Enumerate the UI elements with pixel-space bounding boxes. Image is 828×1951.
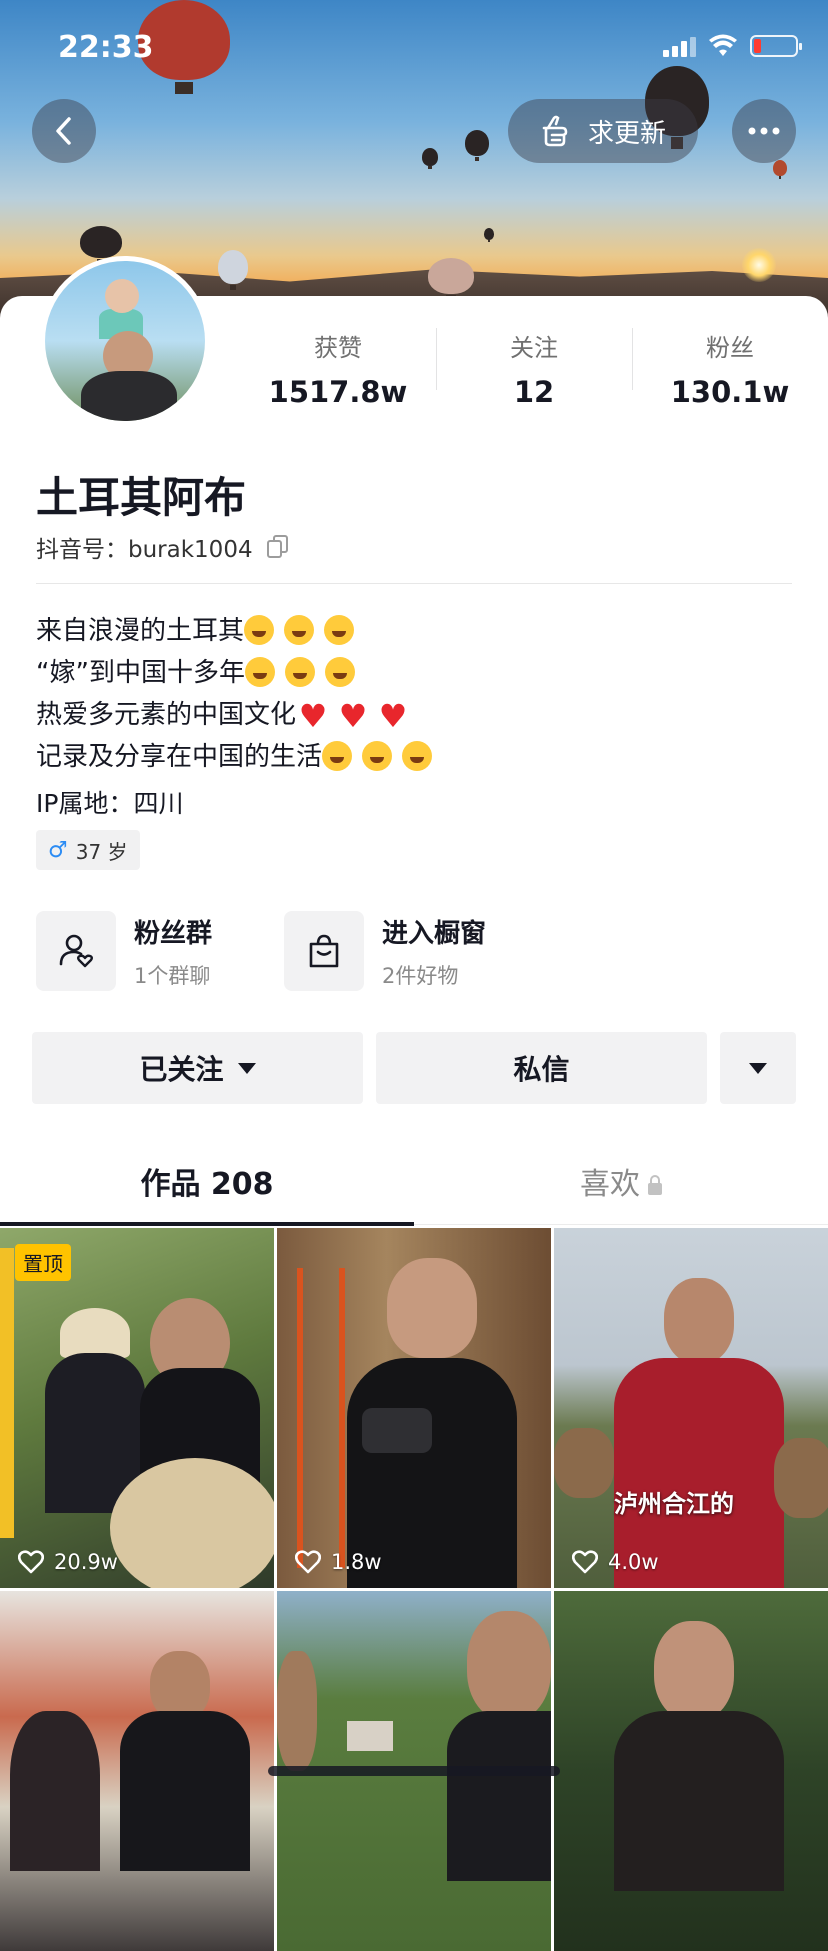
video-thumbnail[interactable] xyxy=(554,1591,828,1951)
shop-window-sub: 2件好物 xyxy=(382,963,459,988)
age-tag: ♂ 37 岁 xyxy=(36,830,140,870)
stat-followers[interactable]: 粉丝 130.1w xyxy=(632,328,828,409)
smiling-emoji-icon xyxy=(362,741,393,771)
tab-likes[interactable]: 喜欢 xyxy=(414,1150,828,1224)
grinning-emoji-icon xyxy=(324,657,355,687)
bio-line: “嫁”到中国十多年 xyxy=(36,652,442,694)
stat-following-label: 关注 xyxy=(510,334,558,362)
stat-following-value: 12 xyxy=(513,375,555,409)
shop-window-title: 进入橱窗 xyxy=(382,918,487,949)
tab-works-label: 作品 208 xyxy=(140,1167,274,1202)
red-heart-emoji-icon: ♥ xyxy=(298,697,328,735)
pinned-badge: 置顶 xyxy=(15,1244,71,1281)
douyin-id: 抖音号：burak1004 xyxy=(36,530,289,564)
avatar[interactable] xyxy=(40,256,210,426)
video-likes: 20.9w xyxy=(18,1550,118,1574)
heart-outline-icon xyxy=(18,1550,44,1574)
smiling-emoji-icon xyxy=(402,741,433,771)
more-button[interactable] xyxy=(732,99,796,163)
profile-bio: 来自浪漫的土耳其 “嫁”到中国十多年 热爱多元素的中国文化♥ ♥ ♥ 记录及分享在中… xyxy=(36,610,442,778)
video-caption: 泸州合江的 xyxy=(614,1490,734,1518)
profile-tabs: 作品 208 喜欢 xyxy=(0,1150,828,1226)
bio-line: 来自浪漫的土耳其 xyxy=(36,610,442,652)
heart-outline-icon xyxy=(572,1550,598,1574)
caret-down-icon xyxy=(749,1062,767,1074)
fan-group-title: 粉丝群 xyxy=(134,918,213,949)
smiling-emoji-icon xyxy=(322,741,353,771)
douyin-id-value: burak1004 xyxy=(128,537,253,563)
rolling-laughing-emoji-icon xyxy=(324,615,355,645)
video-likes: 4.0w xyxy=(572,1550,659,1574)
fan-group-icon xyxy=(36,911,116,991)
tab-works[interactable]: 作品 208 xyxy=(0,1150,414,1226)
video-thumbnail[interactable]: 泸州合江的 4.0w xyxy=(554,1228,828,1588)
stat-likes-label: 获赞 xyxy=(314,334,362,362)
back-button[interactable] xyxy=(32,99,96,163)
lock-icon xyxy=(648,1175,662,1195)
status-time: 22:33 xyxy=(58,30,154,65)
profile-stats: 获赞 1517.8w 关注 12 粉丝 130.1w xyxy=(240,328,828,409)
red-heart-emoji-icon: ♥ xyxy=(338,697,368,735)
rolling-laughing-emoji-icon xyxy=(284,615,315,645)
status-bar: 22:33 xyxy=(0,0,828,96)
red-heart-emoji-icon: ♥ xyxy=(378,697,408,735)
rolling-laughing-emoji-icon xyxy=(244,615,275,645)
wifi-icon xyxy=(709,34,737,56)
stat-likes-value: 1517.8w xyxy=(268,375,408,409)
chevron-left-icon xyxy=(56,117,71,145)
battery-icon xyxy=(750,35,802,57)
request-update-button[interactable]: 求更新 xyxy=(508,99,698,163)
more-actions-button[interactable] xyxy=(720,1032,796,1104)
stat-followers-label: 粉丝 xyxy=(706,334,754,362)
following-label: 已关注 xyxy=(139,1053,224,1086)
stat-followers-value: 130.1w xyxy=(670,375,790,409)
video-likes: 1.8w xyxy=(295,1550,382,1574)
heart-outline-icon xyxy=(295,1550,321,1574)
following-button[interactable]: 已关注 xyxy=(32,1032,363,1104)
grinning-emoji-icon xyxy=(284,657,315,687)
stat-following[interactable]: 关注 12 xyxy=(436,328,632,409)
tab-likes-label: 喜欢 xyxy=(580,1167,640,1202)
age-label: 37 岁 xyxy=(75,839,128,864)
message-button[interactable]: 私信 xyxy=(376,1032,707,1104)
male-icon: ♂ xyxy=(48,837,68,863)
stat-likes[interactable]: 获赞 1517.8w xyxy=(240,328,436,409)
caret-down-icon xyxy=(237,1062,256,1074)
bio-line: 记录及分享在中国的生活 xyxy=(36,736,442,778)
shopping-bag-icon xyxy=(284,911,364,991)
profile-name: 土耳其阿布 xyxy=(36,473,247,522)
grinning-emoji-icon xyxy=(244,657,275,687)
video-thumbnail[interactable] xyxy=(0,1591,274,1951)
message-label: 私信 xyxy=(513,1053,570,1086)
video-thumbnail[interactable]: 置顶 20.9w xyxy=(0,1228,274,1588)
home-indicator xyxy=(268,1766,560,1776)
signal-icon xyxy=(663,35,696,57)
copy-icon[interactable] xyxy=(266,535,289,559)
video-grid: 置顶 20.9w 1.8w 泸州合江的 4.0w xyxy=(0,1228,828,1951)
shop-window-entry[interactable]: 进入橱窗 2件好物 xyxy=(284,910,486,992)
douyin-id-label: 抖音号： xyxy=(36,537,128,563)
bio-line: 热爱多元素的中国文化♥ ♥ ♥ xyxy=(36,694,442,736)
video-thumbnail[interactable]: 1.8w xyxy=(277,1228,551,1588)
fan-group-entry[interactable]: 粉丝群 1个群聊 xyxy=(36,910,212,992)
fan-group-sub: 1个群聊 xyxy=(134,963,211,988)
ip-location: IP属地：四川 xyxy=(36,789,184,818)
divider xyxy=(36,583,792,584)
hand-point-icon xyxy=(542,115,568,147)
more-dots-icon xyxy=(748,127,780,135)
request-update-label: 求更新 xyxy=(587,118,666,149)
